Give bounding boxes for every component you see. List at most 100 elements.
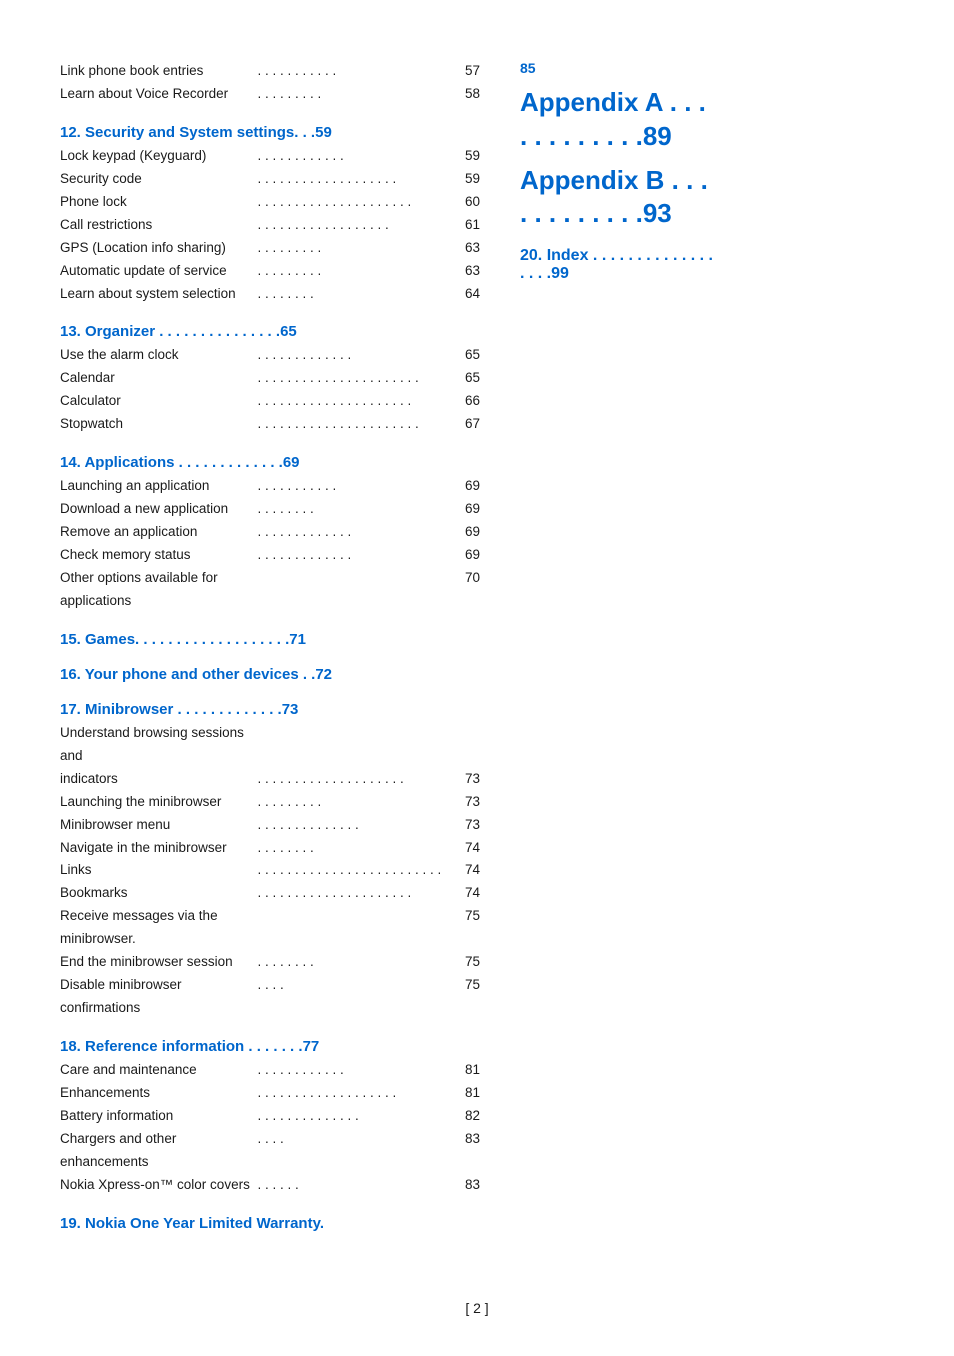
entry-text: Bookmarks	[60, 882, 256, 905]
entry-text: Disable minibrowser confirmations	[60, 974, 256, 1020]
page-num: 73	[455, 768, 480, 791]
dots: . . . . . .	[258, 1174, 454, 1197]
entry-text: Links	[60, 859, 256, 882]
section-12: 12. Security and System settings. . .59 …	[60, 124, 480, 306]
dots: . . . . . . . . . . . . . . . . . . . . …	[258, 390, 454, 413]
page-num: 69	[455, 475, 480, 498]
toc-entry-calendar: Calendar . . . . . . . . . . . . . . . .…	[60, 367, 480, 390]
page-num: 69	[455, 544, 480, 567]
page-num: 83	[455, 1128, 480, 1174]
dots: . . . .	[258, 974, 454, 1020]
appendix-a-page: 89	[643, 121, 672, 151]
toc-entry-minibrowser-menu: Minibrowser menu . . . . . . . . . . . .…	[60, 814, 480, 837]
toc-entry-memory-status: Check memory status . . . . . . . . . . …	[60, 544, 480, 567]
page-num: 65	[455, 344, 480, 367]
entry-text: Phone lock	[60, 191, 256, 214]
section-13: 13. Organizer . . . . . . . . . . . . . …	[60, 323, 480, 436]
appendix-a-title: Appendix A . . . . . . . . . . . .89	[520, 86, 720, 154]
appendix-b-page: 93	[643, 198, 672, 228]
page-num: 75	[455, 951, 480, 974]
dots: . . . . . . . . . . . .	[258, 1059, 454, 1082]
page-num: 74	[455, 859, 480, 882]
toc-entry-launching-minibrowser: Launching the minibrowser . . . . . . . …	[60, 791, 480, 814]
dots: . . . . . . . .	[258, 498, 454, 521]
entry-text: Understand browsing sessions and	[60, 722, 256, 768]
page-num: 63	[455, 237, 480, 260]
entry-text: Security code	[60, 168, 256, 191]
toc-entry-navigate-minibrowser: Navigate in the minibrowser . . . . . . …	[60, 837, 480, 860]
dots: . . . . . . . . . . . . . . . . . . . .	[258, 768, 454, 791]
toc-entry-remove-app: Remove an application . . . . . . . . . …	[60, 521, 480, 544]
toc-entry-download-app: Download a new application . . . . . . .…	[60, 498, 480, 521]
dots: . . . .	[258, 1128, 454, 1174]
entry-text: Nokia Xpress-on™ color covers	[60, 1174, 256, 1197]
toc-entry-calculator: Calculator . . . . . . . . . . . . . . .…	[60, 390, 480, 413]
section-15: 15. Games. . . . . . . . . . . . . . . .…	[60, 631, 480, 648]
page-num: 69	[455, 498, 480, 521]
right-column: 85 Appendix A . . . . . . . . . . . .89 …	[520, 60, 720, 1250]
entry-text: Navigate in the minibrowser	[60, 837, 256, 860]
toc-entry-links: Links . . . . . . . . . . . . . . . . . …	[60, 859, 480, 882]
entry-text: Download a new application	[60, 498, 256, 521]
toc-entry-gps: GPS (Location info sharing) . . . . . . …	[60, 237, 480, 260]
entry-text: Lock keypad (Keyguard)	[60, 145, 256, 168]
toc-entry-battery-info: Battery information . . . . . . . . . . …	[60, 1105, 480, 1128]
page-num: 81	[455, 1059, 480, 1082]
toc-entry-browsing-sessions: Understand browsing sessions and	[60, 722, 480, 768]
page-num: 81	[455, 1082, 480, 1105]
page-footer: [ 2 ]	[0, 1300, 954, 1316]
dots: . . . . . . . . . . . . . . . . . . . . …	[258, 413, 454, 436]
dots	[258, 905, 454, 951]
dots: . . . . . . . . . . . . . . . . . . .	[258, 1082, 454, 1105]
entry-text: Learn about system selection	[60, 283, 256, 306]
entry-text: Battery information	[60, 1105, 256, 1128]
entry-text: Chargers and other enhancements	[60, 1128, 256, 1174]
dots: . . . . . . . . . . .	[258, 60, 454, 83]
toc-entry-lock-keypad: Lock keypad (Keyguard) . . . . . . . . .…	[60, 145, 480, 168]
page-num: 60	[455, 191, 480, 214]
section-header-16: 16. Your phone and other devices . .72	[60, 666, 480, 683]
toc-entry-care-maintenance: Care and maintenance . . . . . . . . . .…	[60, 1059, 480, 1082]
entry-text: Calculator	[60, 390, 256, 413]
dots: . . . . . . . . . . . . . . . . . . . . …	[258, 367, 454, 390]
toc-entry-enhancements: Enhancements . . . . . . . . . . . . . .…	[60, 1082, 480, 1105]
page-num: 73	[455, 791, 480, 814]
dots: . . . . . . . . . . . . .	[258, 544, 454, 567]
index-label: 20. Index	[520, 247, 588, 264]
section-header-17: 17. Minibrowser . . . . . . . . . . . . …	[60, 701, 480, 718]
entry-text: Learn about Voice Recorder	[60, 83, 256, 106]
page-num: 66	[455, 390, 480, 413]
page-num: 58	[455, 83, 480, 106]
toc-entry-stopwatch: Stopwatch . . . . . . . . . . . . . . . …	[60, 413, 480, 436]
entry-text: Other options available for applications	[60, 567, 256, 613]
dots: . . . . . . . . .	[258, 83, 454, 106]
appendix-b-title: Appendix B . . . . . . . . . . . .93	[520, 164, 720, 232]
page-num: 83	[455, 1174, 480, 1197]
dots: . . . . . . . . .	[258, 791, 454, 814]
entry-text: End the minibrowser session	[60, 951, 256, 974]
dots: . . . . . . . .	[258, 951, 454, 974]
entry-text: Receive messages via the minibrowser.	[60, 905, 256, 951]
page-num: 75	[455, 905, 480, 951]
left-column: Link phone book entries . . . . . . . . …	[60, 60, 480, 1250]
entry-text: indicators	[60, 768, 256, 791]
section-17: 17. Minibrowser . . . . . . . . . . . . …	[60, 701, 480, 1020]
dots: . . . . . . . . . . . . . .	[258, 1105, 454, 1128]
dots: . . . . . . . . .	[258, 237, 454, 260]
index-entry: 20. Index . . . . . . . . . . . . . . . …	[520, 247, 720, 283]
dots: . . . . . . . . .	[258, 260, 454, 283]
appendix-a-text: Appendix A	[520, 87, 663, 117]
page-num: 61	[455, 214, 480, 237]
toc-entry-call-restrictions: Call restrictions . . . . . . . . . . . …	[60, 214, 480, 237]
entry-text: Launching an application	[60, 475, 256, 498]
section-header-15: 15. Games. . . . . . . . . . . . . . . .…	[60, 631, 480, 648]
toc-entry-system-selection: Learn about system selection . . . . . .…	[60, 283, 480, 306]
page-num: 74	[455, 882, 480, 905]
dots: . . . . . . . .	[258, 837, 454, 860]
toc-entry-bookmarks: Bookmarks . . . . . . . . . . . . . . . …	[60, 882, 480, 905]
entry-text: Enhancements	[60, 1082, 256, 1105]
entry-text: Remove an application	[60, 521, 256, 544]
entry-text: Check memory status	[60, 544, 256, 567]
entry-text: Use the alarm clock	[60, 344, 256, 367]
page-num: 64	[455, 283, 480, 306]
